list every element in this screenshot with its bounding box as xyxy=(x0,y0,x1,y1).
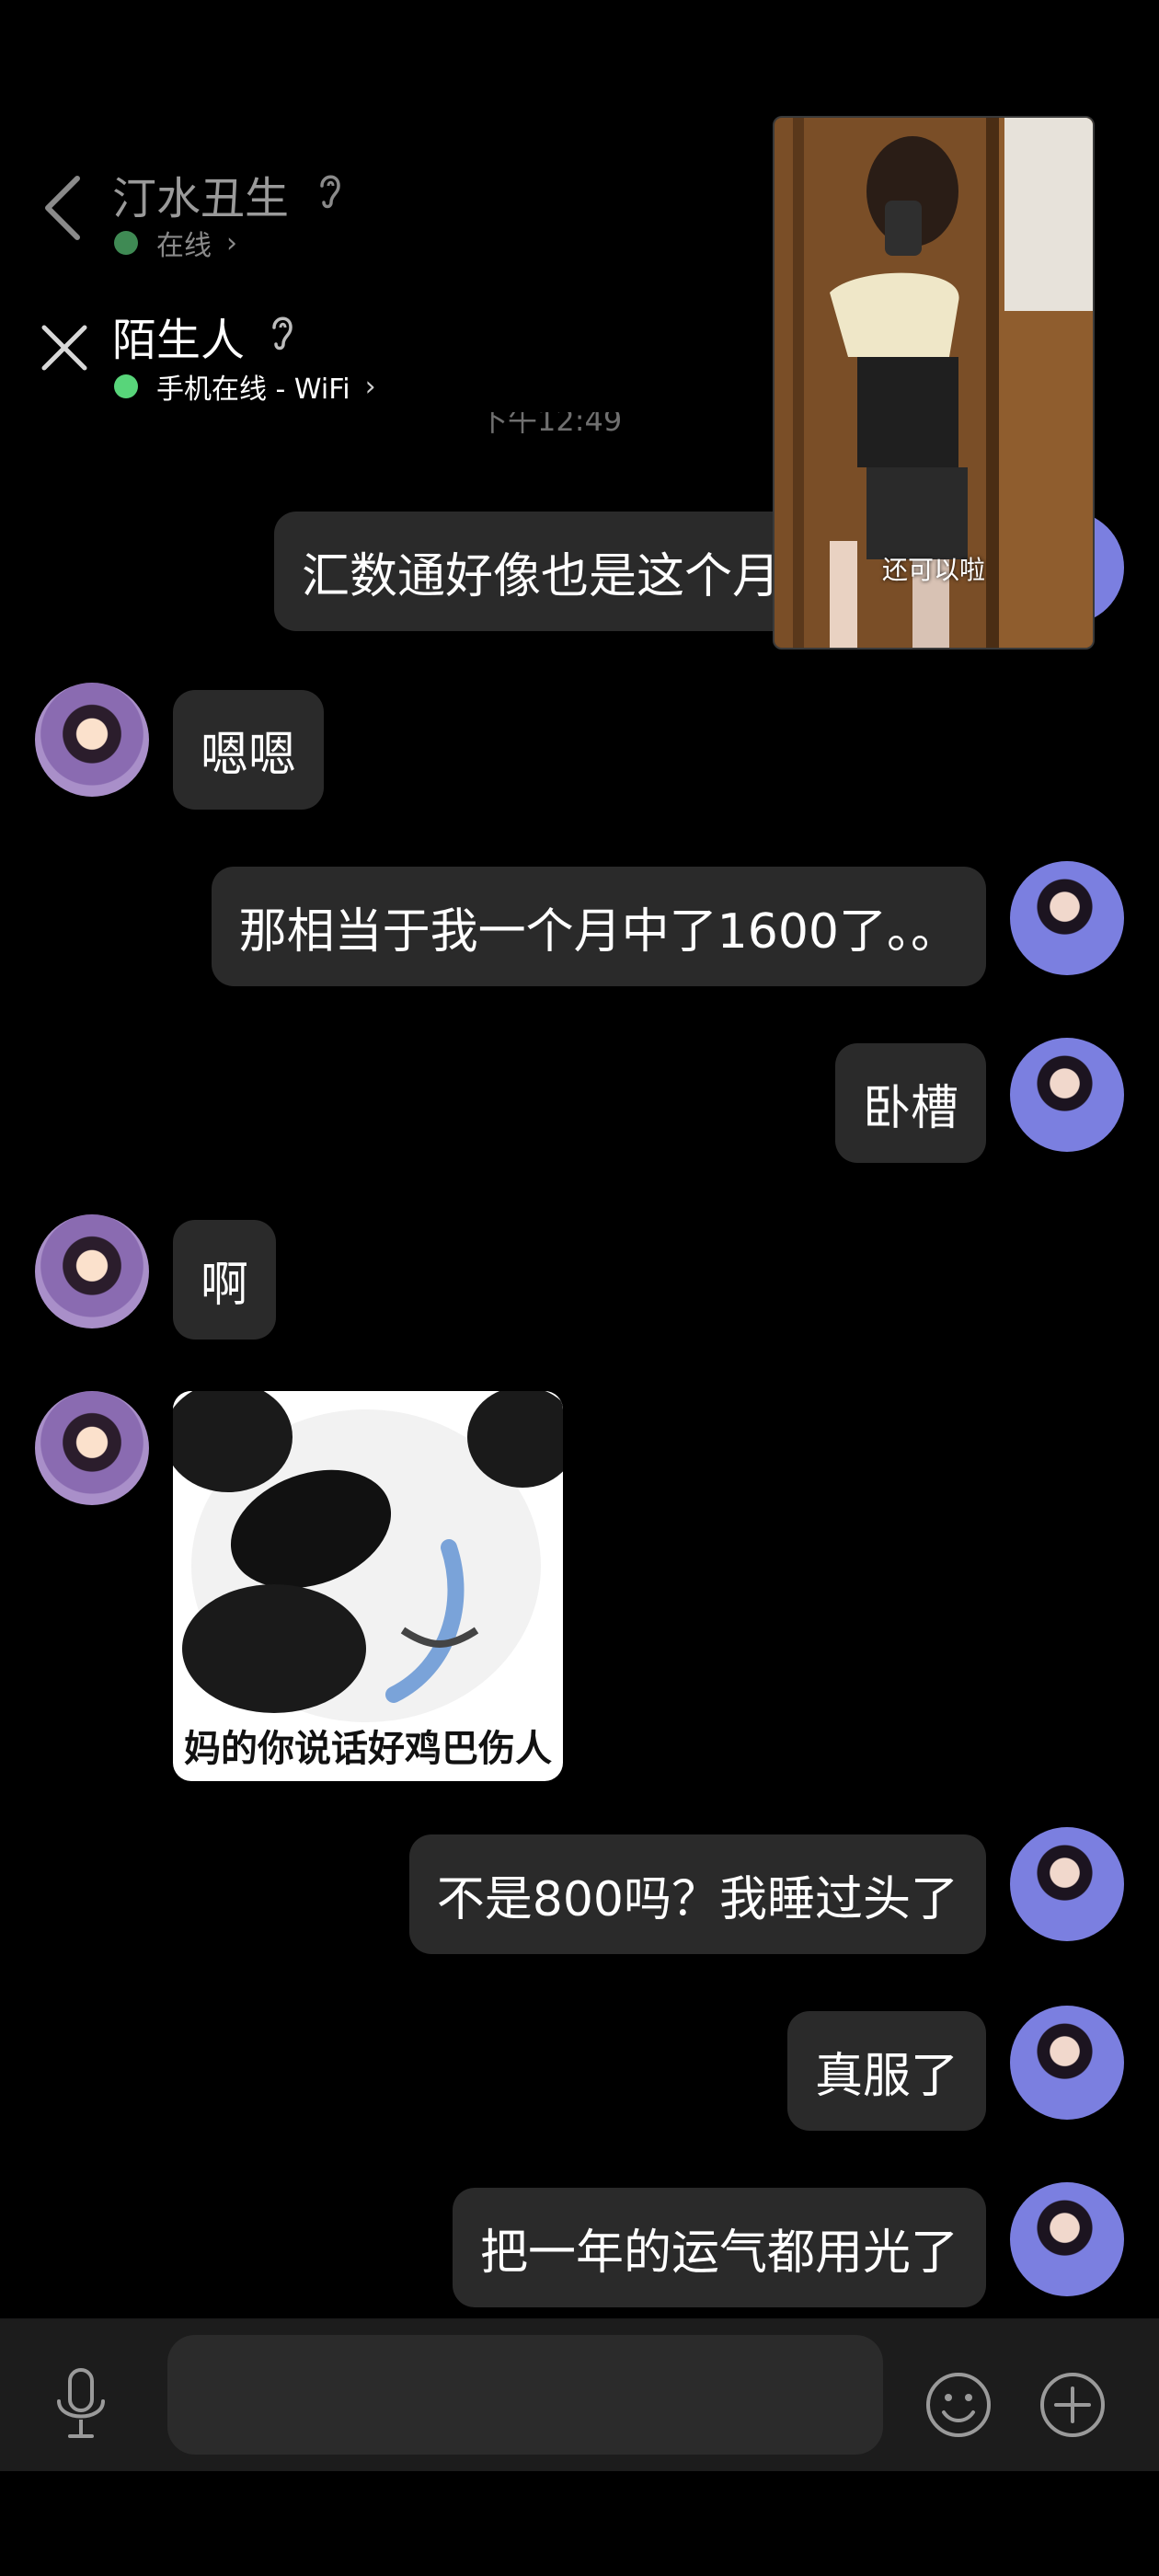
online-dot xyxy=(114,374,138,398)
online-dot xyxy=(114,231,138,255)
avatar[interactable] xyxy=(1010,2006,1124,2120)
message-input[interactable] xyxy=(167,2335,883,2455)
chevron-right-icon: › xyxy=(364,370,376,403)
message-bubble[interactable]: 那相当于我一个月中了1600了。。 xyxy=(211,867,986,986)
stranger-title: 陌生人 xyxy=(112,315,246,366)
device-status[interactable]: 手机在线 - WiFi › xyxy=(114,366,376,407)
avatar[interactable] xyxy=(1010,1038,1124,1152)
message-text: 那相当于我一个月中了1600了。。 xyxy=(238,903,958,960)
online-status-label: 在线 xyxy=(156,230,212,262)
message-bubble[interactable]: 卧槽 xyxy=(834,1043,986,1163)
message-text: 卧槽 xyxy=(862,1080,958,1136)
message-text: 汇数通好像也是这个月 xyxy=(302,548,781,604)
emoji-icon[interactable] xyxy=(924,2370,993,2440)
avatar[interactable] xyxy=(1010,861,1124,975)
message-text: 真服了 xyxy=(814,2048,958,2104)
message-text: 嗯嗯 xyxy=(201,727,297,783)
ear-icon xyxy=(272,316,293,351)
message-bubble[interactable]: 嗯嗯 xyxy=(173,690,325,810)
message-text: 把一年的运气都用光了 xyxy=(479,2225,958,2281)
plus-icon[interactable] xyxy=(1038,2370,1107,2440)
message-bubble[interactable]: 不是800吗？我睡过头了 xyxy=(408,1834,986,1954)
avatar[interactable] xyxy=(35,683,149,797)
message-text: 啊 xyxy=(201,1257,249,1313)
online-status[interactable]: 在线 › xyxy=(114,223,237,263)
back-chevron-icon[interactable] xyxy=(40,173,86,243)
chevron-right-icon: › xyxy=(226,226,237,259)
message-bubble[interactable]: 把一年的运气都用光了 xyxy=(452,2188,986,2307)
video-overlay[interactable]: 还可以啦 xyxy=(773,116,1095,650)
panda-meme-icon xyxy=(173,1391,563,1722)
sticker-image[interactable]: 妈的你说话好鸡巴伤人 xyxy=(173,1391,563,1781)
avatar[interactable] xyxy=(35,1391,149,1505)
device-status-label: 手机在线 - WiFi xyxy=(156,374,350,406)
message-bubble[interactable]: 真服了 xyxy=(786,2011,986,2131)
avatar[interactable] xyxy=(1010,2182,1124,2296)
video-caption: 还可以啦 xyxy=(881,555,985,585)
message-text: 不是800吗？我睡过头了 xyxy=(436,1871,958,1927)
microphone-icon[interactable] xyxy=(50,2364,112,2444)
chat-title: 汀水丑生 xyxy=(112,173,290,224)
sticker-caption: 妈的你说话好鸡巴伤人 xyxy=(184,1728,552,1770)
avatar[interactable] xyxy=(35,1214,149,1328)
message-bubble[interactable]: 啊 xyxy=(173,1220,277,1340)
ear-icon xyxy=(320,175,340,209)
message-timestamp: 下午12:49 xyxy=(478,412,623,438)
message-bubble[interactable]: 汇数通好像也是这个月 xyxy=(274,512,844,631)
avatar[interactable] xyxy=(1010,1827,1124,1941)
close-icon[interactable] xyxy=(37,320,92,375)
